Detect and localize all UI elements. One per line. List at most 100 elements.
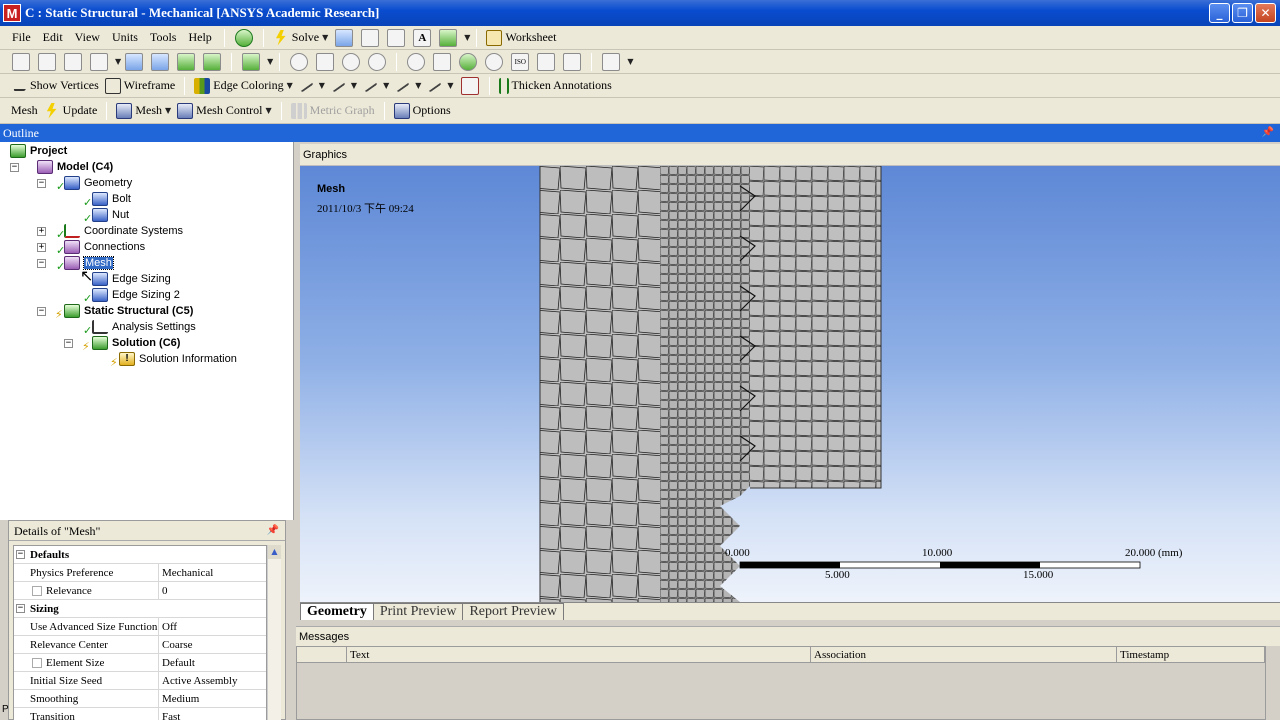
property-value[interactable]: Fast [159,708,180,720]
details-group-sizing[interactable]: − Sizing [14,600,266,618]
expand-icon[interactable]: + [37,227,46,236]
chevron-down-icon[interactable]: ▼ [627,57,633,66]
image-icon[interactable] [439,28,458,47]
edge-display-5[interactable]: ▼ [424,76,456,96]
options-button[interactable]: Options [391,101,454,121]
menu-edit[interactable]: Edit [37,30,69,45]
property-value[interactable]: 0 [159,582,168,599]
magnifier-icon[interactable] [459,52,478,71]
extend-selection-icon[interactable] [242,52,261,71]
chevron-down-icon[interactable]: ▼ [165,106,171,115]
menu-help[interactable]: Help [182,30,217,45]
tab-print-preview[interactable]: Print Preview [372,603,464,620]
parameter-checkbox[interactable] [32,586,42,596]
mesh-dropdown-button[interactable]: Mesh ▼ [113,101,174,121]
menu-tools[interactable]: Tools [144,30,183,45]
details-row[interactable]: Relevance 0 [14,582,266,600]
details-row[interactable]: Relevance Center Coarse [14,636,266,654]
details-group-defaults[interactable]: − Defaults [14,546,266,564]
parameter-checkbox[interactable] [32,658,42,668]
mesh-control-button[interactable]: Mesh Control ▼ [174,101,275,121]
tree-item-bolt[interactable]: Bolt [92,191,131,207]
rotate-icon[interactable] [290,52,309,71]
details-row[interactable]: Transition Fast [14,708,266,720]
column-header-timestamp[interactable]: Timestamp [1117,647,1265,662]
edge-display-4[interactable]: ▼ [392,76,424,96]
minimize-button[interactable]: _ [1209,3,1230,23]
tree-item-solution-information[interactable]: ! Solution Information [119,351,237,367]
details-row[interactable]: Physics Preference Mechanical [14,564,266,582]
pan-select-icon[interactable] [38,52,56,71]
details-row[interactable]: Initial Size Seed Active Assembly [14,672,266,690]
details-scrollbar[interactable]: ▲ [267,545,281,720]
details-row[interactable]: Smoothing Medium [14,690,266,708]
edge-display-3[interactable]: ▼ [360,76,392,96]
chart-icon[interactable] [387,28,406,47]
set-view-icon[interactable] [537,52,556,71]
metric-graph-button[interactable]: Metric Graph [288,101,378,121]
tree-item-analysis-settings[interactable]: Analysis Settings [92,319,196,335]
column-header-text[interactable]: Text [347,647,811,662]
property-value[interactable]: Mechanical [159,564,213,581]
close-button[interactable]: ✕ [1255,3,1276,23]
check-icon[interactable] [234,28,253,47]
collapse-icon[interactable]: − [37,307,46,316]
edge-coloring-button[interactable]: Edge Coloring ▼ [191,76,295,96]
edge-display-1[interactable]: ▼ [296,76,328,96]
collapse-icon[interactable]: − [10,163,19,172]
chevron-down-icon[interactable]: ▼ [267,57,273,66]
property-value[interactable]: Coarse [159,636,193,653]
tree-item-project[interactable]: Project [10,143,67,159]
chevron-down-icon[interactable]: ▼ [115,57,121,66]
zoom-icon[interactable] [342,52,361,71]
select-edge-icon[interactable] [151,52,170,71]
chevron-down-icon[interactable]: ▼ [447,81,453,90]
tree-item-static-structural[interactable]: Static Structural (C5) [64,303,193,319]
menu-units[interactable]: Units [106,30,144,45]
box-zoom-icon[interactable] [368,52,387,71]
edge-display-2[interactable]: ▼ [328,76,360,96]
chevron-down-icon[interactable]: ▼ [464,33,470,42]
zoom-box-icon[interactable] [433,52,452,71]
thicken-bar-icon[interactable] [460,76,479,95]
menu-view[interactable]: View [69,30,106,45]
chevron-down-icon[interactable]: ▼ [266,106,272,115]
graphics-viewport[interactable]: Mesh 2011/10/3 下午 09:24 0.000 10.000 20.… [300,166,1280,602]
pin-icon[interactable]: 📌 [1262,124,1274,142]
text-annotation-icon[interactable]: A [413,28,432,47]
select-body-icon[interactable] [203,52,222,71]
tree-item-solution[interactable]: Solution (C6) [92,335,180,351]
property-value[interactable]: Medium [159,690,199,707]
pan-icon[interactable] [316,52,335,71]
thicken-annotations-button[interactable]: Thicken Annotations [496,76,615,96]
column-header-blank[interactable] [297,647,347,662]
select-mode-icon[interactable] [12,52,30,71]
solve-button[interactable]: Solve ▼ [270,28,332,48]
chevron-down-icon[interactable]: ▼ [319,81,325,90]
details-row[interactable]: Element Size Default [14,654,266,672]
restore-button[interactable]: ❐ [1232,3,1253,23]
details-row[interactable]: Use Advanced Size Function Off [14,618,266,636]
property-value[interactable]: Active Assembly [159,672,237,689]
worksheet-button[interactable]: Worksheet [483,28,559,48]
update-button[interactable]: Update [41,101,101,121]
tree-item-nut[interactable]: Nut [92,207,129,223]
iso-view-icon[interactable]: ISO [511,52,530,71]
tree-item-edge-sizing-2[interactable]: Edge Sizing 2 [92,287,180,303]
multi-select-icon[interactable] [64,52,82,71]
expand-icon[interactable]: + [37,243,46,252]
wireframe-button[interactable]: Wireframe [102,76,178,96]
print-icon[interactable] [563,52,582,71]
chevron-down-icon[interactable]: ▼ [287,81,293,90]
pin-icon[interactable]: 📌 [267,521,279,541]
viewport-icon[interactable] [602,52,621,71]
collapse-icon[interactable]: − [37,259,46,268]
show-vertices-button[interactable]: Show Vertices [12,76,102,96]
tree-item-coordinate-systems[interactable]: Coordinate Systems [64,223,183,239]
menu-file[interactable]: File [6,30,37,45]
collapse-icon[interactable]: − [37,179,46,188]
collapse-icon[interactable]: − [64,339,73,348]
tab-geometry[interactable]: Geometry [300,603,374,620]
column-header-association[interactable]: Association [811,647,1117,662]
property-value[interactable]: Off [159,618,177,635]
